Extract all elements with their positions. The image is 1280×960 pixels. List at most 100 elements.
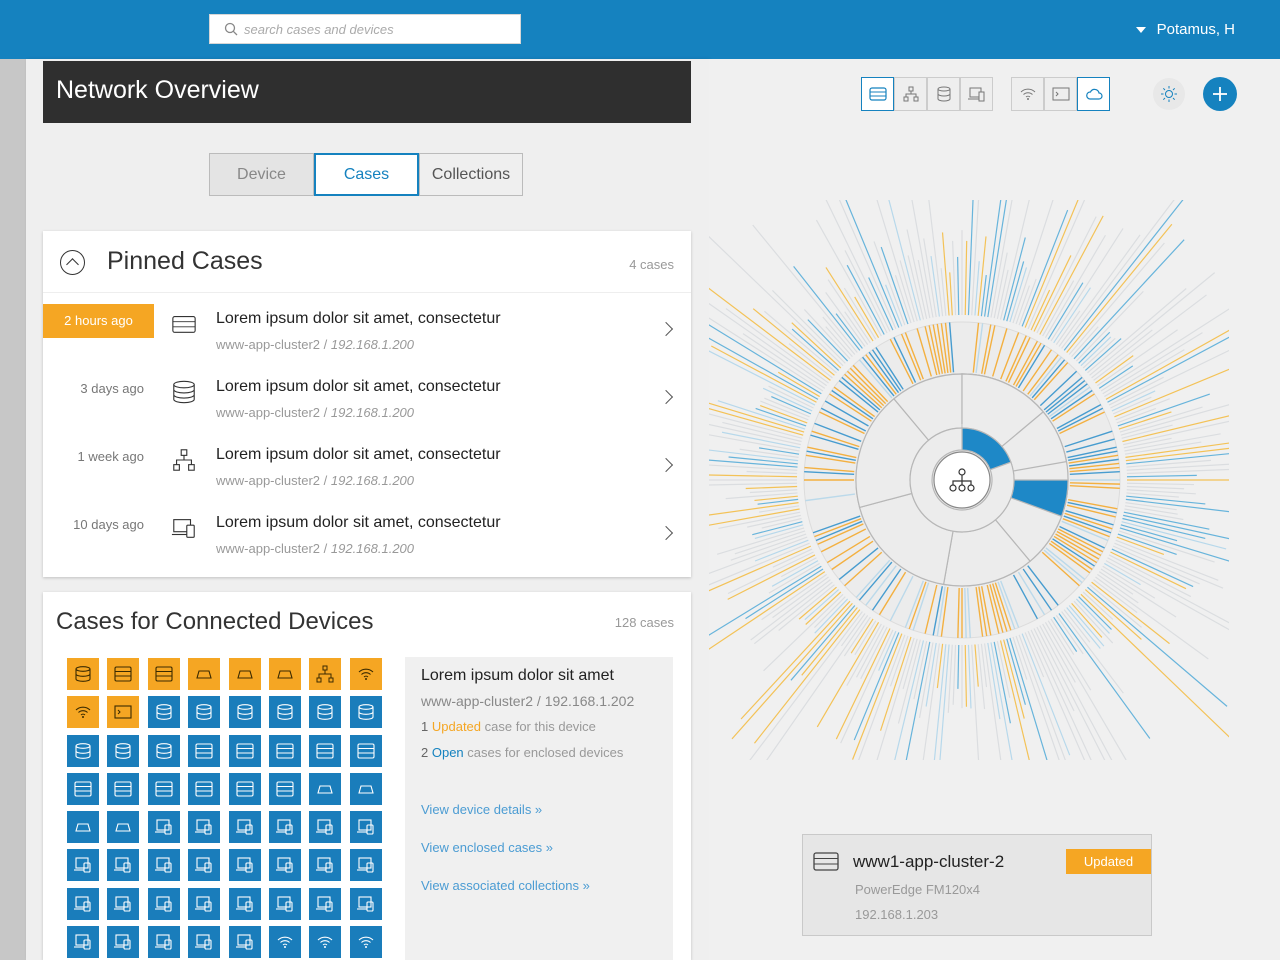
device-tile[interactable] — [188, 887, 221, 920]
device-tile[interactable] — [309, 849, 342, 882]
device-tile[interactable] — [349, 658, 382, 690]
device-info-card[interactable]: www1-app-cluster-2 Updated PowerEdge FM1… — [802, 834, 1152, 936]
device-tile[interactable] — [268, 696, 301, 729]
device-tile[interactable] — [67, 811, 99, 844]
device-tile[interactable] — [188, 849, 221, 882]
sunburst-ray — [947, 644, 953, 713]
device-tile[interactable] — [228, 849, 261, 882]
device-tile[interactable] — [147, 734, 180, 767]
search-input[interactable]: search cases and devices — [209, 14, 521, 44]
device-tile[interactable] — [309, 887, 342, 920]
device-tile[interactable] — [268, 849, 301, 882]
device-tile[interactable] — [67, 772, 99, 805]
device-tile[interactable] — [67, 926, 99, 959]
devices-icon — [114, 934, 131, 950]
case-ip: 192.168.1.200 — [330, 337, 415, 352]
device-tile[interactable] — [147, 887, 180, 920]
device-tile[interactable] — [188, 926, 221, 959]
device-tile[interactable] — [228, 811, 261, 844]
device-tile[interactable] — [107, 734, 140, 767]
device-tile[interactable] — [107, 926, 140, 959]
device-tile[interactable] — [309, 696, 342, 729]
device-tile[interactable] — [309, 772, 342, 805]
device-tile[interactable] — [268, 772, 301, 805]
pinned-case-row[interactable]: 3 days ago Lorem ipsum dolor sit amet, co… — [43, 361, 691, 429]
filter-network-button[interactable] — [894, 77, 927, 111]
device-tile[interactable] — [147, 849, 180, 882]
view-associated-collections-link[interactable]: View associated collections » — [421, 878, 590, 893]
device-tile[interactable] — [107, 887, 140, 920]
device-tile[interactable] — [67, 696, 99, 729]
device-tile[interactable] — [188, 811, 221, 844]
device-tile[interactable] — [309, 811, 342, 844]
filter-database-button[interactable] — [927, 77, 960, 111]
device-tile[interactable] — [228, 772, 261, 805]
sunburst-ray — [1073, 239, 1185, 360]
device-tile[interactable] — [107, 696, 140, 729]
device-tile[interactable] — [309, 926, 342, 959]
view-enclosed-cases-link[interactable]: View enclosed cases » — [421, 840, 553, 855]
device-tile[interactable] — [67, 658, 99, 690]
device-tile[interactable] — [349, 811, 382, 844]
sun-icon — [1161, 86, 1177, 102]
device-tile[interactable] — [349, 887, 382, 920]
add-button[interactable] — [1203, 77, 1237, 111]
filter-terminal-button[interactable] — [1044, 77, 1077, 111]
device-tile[interactable] — [349, 734, 382, 767]
pinned-case-row[interactable]: 2 hours ago Lorem ipsum dolor sit amet, c… — [43, 293, 691, 361]
device-tile[interactable] — [188, 772, 221, 805]
device-tile[interactable] — [228, 887, 261, 920]
device-tile[interactable] — [349, 772, 382, 805]
device-tile[interactable] — [107, 849, 140, 882]
device-tile[interactable] — [349, 696, 382, 729]
filter-server-button[interactable] — [861, 77, 894, 111]
device-tile[interactable] — [147, 811, 180, 844]
view-device-details-link[interactable]: View device details » — [421, 802, 542, 817]
device-tile[interactable] — [268, 658, 301, 690]
wifi-icon — [358, 936, 374, 949]
device-tile[interactable] — [67, 887, 99, 920]
filter-devices-button[interactable] — [960, 77, 993, 111]
device-tile[interactable] — [228, 658, 261, 690]
device-tile[interactable] — [268, 887, 301, 920]
device-tile[interactable] — [67, 734, 99, 767]
device-tile[interactable] — [228, 734, 261, 767]
collapse-icon[interactable] — [60, 250, 85, 275]
device-tile[interactable] — [349, 926, 382, 959]
pinned-case-row[interactable]: 1 week ago Lorem ipsum dolor sit amet, co… — [43, 429, 691, 497]
tab-cases[interactable]: Cases — [314, 153, 419, 196]
filter-cloud-button[interactable] — [1077, 77, 1110, 111]
device-tile[interactable] — [147, 772, 180, 805]
device-tile[interactable] — [147, 926, 180, 959]
connected-count: 128 cases — [614, 615, 674, 630]
devices-icon — [967, 87, 984, 102]
device-tile[interactable] — [228, 926, 261, 959]
device-tile[interactable] — [268, 811, 301, 844]
device-tile[interactable] — [309, 734, 342, 767]
tab-collections[interactable]: Collections — [419, 153, 523, 196]
user-menu[interactable]: Potamus, H — [1135, 21, 1235, 38]
device-tile[interactable] — [188, 696, 221, 729]
device-tile[interactable] — [107, 658, 140, 690]
network-sunburst[interactable] — [709, 200, 1229, 760]
filter-wifi-button[interactable] — [1011, 77, 1044, 111]
device-tile[interactable] — [188, 658, 221, 690]
device-tile[interactable] — [67, 849, 99, 882]
tab-device[interactable]: Device — [209, 153, 314, 196]
pinned-case-row[interactable]: 10 days ago Lorem ipsum dolor sit amet, c… — [43, 497, 691, 565]
theme-toggle-button[interactable] — [1153, 78, 1185, 110]
case-time: 3 days ago — [80, 381, 144, 396]
device-tile[interactable] — [107, 772, 140, 805]
case-title: Lorem ipsum dolor sit amet, consectetur — [216, 310, 501, 327]
device-tile[interactable] — [349, 849, 382, 882]
device-tile[interactable] — [188, 734, 221, 767]
device-tile[interactable] — [147, 658, 180, 690]
device-tile[interactable] — [268, 926, 301, 959]
server-icon — [195, 743, 213, 759]
device-tile[interactable] — [309, 658, 342, 690]
device-tile[interactable] — [268, 734, 301, 767]
device-tile[interactable] — [147, 696, 180, 729]
device-tile[interactable] — [228, 696, 261, 729]
database-icon — [75, 742, 91, 759]
device-tile[interactable] — [107, 811, 140, 844]
